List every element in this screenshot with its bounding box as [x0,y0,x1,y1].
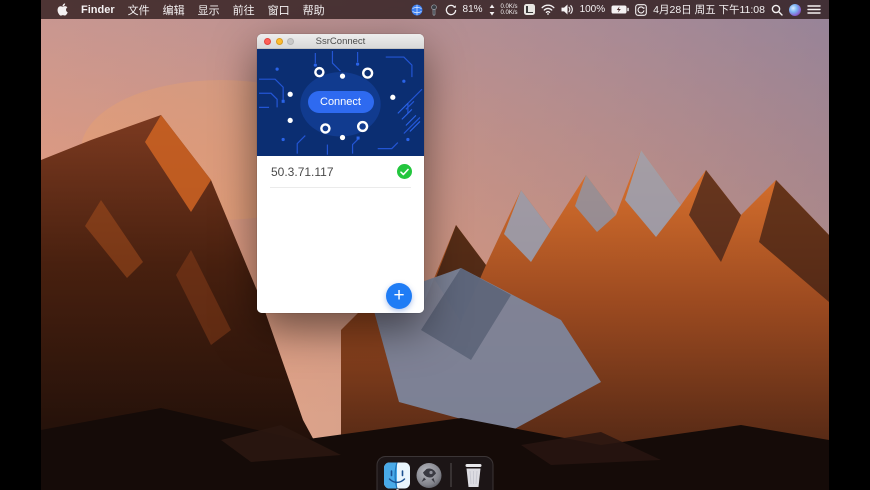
apple-menu-icon[interactable] [57,3,68,16]
window-titlebar[interactable]: SsrConnect [257,34,424,49]
menubar-clock[interactable]: 4月28日 周五 下午11:08 [653,2,765,17]
row-separator [270,187,411,188]
server-row[interactable]: 50.3.71.117 [257,156,424,187]
menu-window[interactable]: 窗口 [268,2,290,18]
connect-button[interactable]: Connect [307,91,374,113]
sync-arrow-icon[interactable] [445,4,457,16]
window-controls [264,34,294,48]
menu-edit[interactable]: 编辑 [163,2,185,18]
updown-arrows-icon [489,4,495,16]
notification-center-icon[interactable] [807,4,821,15]
globe-status-icon[interactable] [411,4,423,16]
ssrconnect-window: SsrConnect Connect 50.3.71.117 + [257,34,424,313]
close-button[interactable] [264,37,271,45]
launchpad-icon [416,462,442,488]
menu-view[interactable]: 显示 [198,2,220,18]
connect-header: Connect [257,49,424,156]
dock-separator [450,463,452,487]
finder-icon [384,461,410,489]
active-app-name[interactable]: Finder [81,4,115,16]
desktop: Finder 文件 编辑 显示 前往 窗口 帮助 81% 0.0K/s 0.0K… [41,0,829,490]
volume-icon[interactable] [561,4,574,15]
battery-percent[interactable]: 100% [580,4,606,15]
desktop-wallpaper [41,0,829,490]
menu-bar: Finder 文件 编辑 显示 前往 窗口 帮助 81% 0.0K/s 0.0K… [41,0,829,19]
zoom-button[interactable] [287,37,294,45]
trash-icon [465,464,481,487]
search-icon[interactable] [771,4,783,16]
dock-item-launchpad[interactable] [416,462,443,489]
connected-check-icon [397,164,412,179]
server-address: 50.3.71.117 [271,164,334,179]
key-status-icon[interactable] [429,3,439,16]
net-speed-readout[interactable]: 0.0K/s 0.0K/s [501,4,518,16]
minimize-button[interactable] [275,37,283,45]
dock-item-finder[interactable] [384,461,411,490]
monitor-percent[interactable]: 81% [463,4,483,15]
server-list: 50.3.71.117 + [257,156,424,313]
wifi-icon[interactable] [541,4,555,15]
screenshot-frame: Finder 文件 编辑 显示 前往 窗口 帮助 81% 0.0K/s 0.0K… [0,0,870,490]
menu-go[interactable]: 前往 [233,2,255,18]
add-server-button[interactable]: + [386,283,412,309]
battery-icon[interactable] [611,5,629,14]
window-title: SsrConnect [315,35,366,47]
input-method-icon[interactable] [523,4,535,15]
menu-help[interactable]: 帮助 [303,2,325,18]
dock-item-trash[interactable] [460,462,487,489]
menu-file[interactable]: 文件 [128,2,150,18]
dock [376,456,494,490]
net-down-value: 0.0K/s [500,9,518,16]
sync-square-icon[interactable] [635,3,647,16]
siri-icon[interactable] [789,3,801,16]
